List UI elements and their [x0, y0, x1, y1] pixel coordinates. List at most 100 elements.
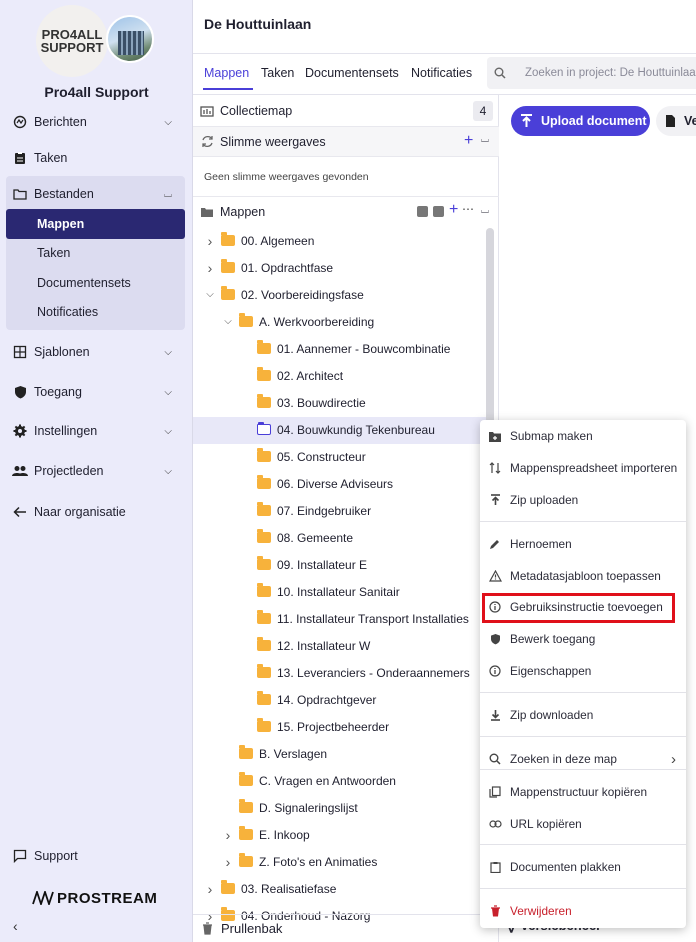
- nav-instellingen[interactable]: Instellingen ⌵: [12, 419, 182, 443]
- tree-row[interactable]: 06. Diverse Adviseurs: [239, 470, 393, 497]
- subnav-documentensets[interactable]: Documentensets: [6, 268, 185, 298]
- smart-views-label: Slimme weergaves: [220, 134, 326, 149]
- org-name: Pro4all Support: [44, 84, 149, 100]
- tab-mappen[interactable]: Mappen: [204, 66, 249, 80]
- collapse-sidebar-icon[interactable]: ‹: [13, 918, 18, 934]
- tree-row[interactable]: 09. Installateur E: [239, 551, 367, 578]
- add-smart-view-icon[interactable]: +: [464, 132, 473, 150]
- chevron-right-icon[interactable]: ›: [203, 233, 217, 249]
- collapse-all-icon[interactable]: [433, 206, 444, 217]
- tree-row[interactable]: 02. Architect: [239, 362, 343, 389]
- tree-row[interactable]: 03. Bouwdirectie: [239, 389, 366, 416]
- tree-row[interactable]: 13. Leveranciers - Onderaannemers: [239, 659, 470, 686]
- chevron-right-icon[interactable]: ›: [221, 854, 235, 870]
- subnav-notificaties[interactable]: Notificaties: [6, 297, 185, 327]
- context-menu-item[interactable]: Mappenspreadsheet importeren: [480, 454, 686, 482]
- tree-row[interactable]: 04. Bouwkundig Tekenbureau: [239, 416, 435, 443]
- project-photo: [106, 15, 154, 63]
- tree-row-label: C. Vragen en Antwoorden: [259, 773, 396, 788]
- nav-bestanden[interactable]: Bestanden ⌴: [12, 182, 182, 206]
- context-menu-item[interactable]: Mappenstructuur kopiëren: [480, 778, 686, 806]
- chevron-down-icon[interactable]: ⌵: [221, 316, 235, 327]
- context-menu-item[interactable]: Documenten plakken: [480, 853, 686, 881]
- nav-taken[interactable]: Taken: [12, 146, 182, 170]
- tab-documentensets[interactable]: Documentensets: [305, 66, 399, 80]
- tree-row[interactable]: B. Verslagen: [221, 740, 327, 767]
- trash-icon: [488, 904, 502, 918]
- collection-icon: [200, 106, 214, 117]
- support-label: Support: [34, 849, 78, 863]
- tree-row[interactable]: › E. Inkoop: [221, 821, 310, 848]
- add-folder-icon[interactable]: +: [449, 201, 458, 219]
- chevron-down-icon[interactable]: ⌵: [164, 387, 172, 398]
- chevron-down-icon[interactable]: ⌵: [164, 347, 172, 358]
- tree-row[interactable]: › 00. Algemeen: [203, 227, 314, 254]
- tab-taken[interactable]: Taken: [261, 66, 294, 80]
- tree-row[interactable]: 10. Installateur Sanitair: [239, 578, 400, 605]
- expand-all-icon[interactable]: [417, 206, 428, 217]
- search-input[interactable]: Zoeken in project: De Houttuinlaan: [487, 57, 696, 89]
- nav-label: Bestanden: [34, 187, 94, 201]
- chevron-up-icon[interactable]: ⌴: [481, 134, 489, 145]
- tree-row[interactable]: D. Signaleringslijst: [221, 794, 358, 821]
- trash-row[interactable]: Prullenbak: [193, 914, 499, 942]
- nav-sjablonen[interactable]: Sjablonen ⌵: [12, 340, 182, 364]
- context-menu-item[interactable]: Zip uploaden: [480, 486, 686, 514]
- folder-icon: [257, 583, 271, 597]
- chevron-down-icon[interactable]: ⌵: [164, 117, 172, 128]
- folder-icon: [12, 186, 28, 202]
- tree-row[interactable]: 05. Constructeur: [239, 443, 366, 470]
- tree-row[interactable]: 14. Opdrachtgever: [239, 686, 376, 713]
- context-menu-item[interactable]: Zip downloaden: [480, 701, 686, 729]
- context-menu-item[interactable]: Verwijderen: [480, 897, 686, 925]
- upload-icon: [488, 493, 502, 507]
- upload-document-button[interactable]: Upload document: [511, 106, 650, 136]
- tree-row[interactable]: 12. Installateur W: [239, 632, 370, 659]
- chevron-up-icon[interactable]: ⌴: [481, 205, 489, 216]
- tree-row[interactable]: 01. Aannemer - Bouwcombinatie: [239, 335, 450, 362]
- tree-row[interactable]: › Z. Foto's en Animaties: [221, 848, 377, 875]
- context-menu-item[interactable]: Eigenschappen: [480, 657, 686, 685]
- context-menu-item[interactable]: Metadatasjabloon toepassen: [480, 562, 686, 590]
- subnav-taken[interactable]: Taken: [6, 238, 185, 268]
- chevron-right-icon[interactable]: ›: [221, 827, 235, 843]
- nav-naar-organisatie[interactable]: Naar organisatie: [12, 500, 182, 524]
- context-menu-label: Zip downloaden: [510, 708, 594, 722]
- collectiemap-row[interactable]: Collectiemap 4: [193, 95, 499, 127]
- nav-support[interactable]: Support: [12, 844, 182, 868]
- context-menu-item[interactable]: Submap maken: [480, 422, 686, 450]
- tree-row-label: 07. Eindgebruiker: [277, 503, 372, 518]
- chevron-down-icon[interactable]: ⌵: [164, 466, 172, 477]
- tree-row[interactable]: 07. Eindgebruiker: [239, 497, 371, 524]
- smart-views-header[interactable]: Slimme weergaves + ⌴: [193, 127, 499, 157]
- tree-row[interactable]: › 01. Opdrachtfase: [203, 254, 333, 281]
- secondary-button[interactable]: Ve: [656, 106, 696, 136]
- tree-row-label: 03. Bouwdirectie: [277, 395, 366, 410]
- tree-row[interactable]: 11. Installateur Transport Installaties: [239, 605, 469, 632]
- more-icon[interactable]: ⋯: [462, 202, 474, 216]
- nav-toegang[interactable]: Toegang ⌵: [12, 380, 182, 404]
- chevron-down-icon[interactable]: ⌵: [164, 426, 172, 437]
- tree-row[interactable]: › 03. Realisatiefase: [203, 875, 336, 902]
- nav-projectleden[interactable]: Projectleden ⌵: [12, 459, 182, 483]
- context-menu-item[interactable]: Bewerk toegang: [480, 625, 686, 653]
- tab-notificaties[interactable]: Notificaties: [411, 66, 472, 80]
- subnav-mappen[interactable]: Mappen: [6, 209, 185, 239]
- tree-row[interactable]: C. Vragen en Antwoorden: [221, 767, 396, 794]
- folder-icon: [221, 232, 235, 246]
- chevron-down-icon[interactable]: ⌵: [203, 289, 217, 300]
- chevron-right-icon[interactable]: ›: [203, 881, 217, 897]
- context-menu-item[interactable]: Hernoemen: [480, 530, 686, 558]
- info-icon: [488, 664, 502, 678]
- chevron-up-icon[interactable]: ⌴: [164, 189, 172, 200]
- context-menu-item[interactable]: URL kopiëren: [480, 810, 686, 838]
- folders-header: Mappen + ⋯ ⌴: [193, 197, 499, 227]
- chevron-right-icon: ›: [671, 750, 676, 768]
- tree-row[interactable]: 08. Gemeente: [239, 524, 353, 551]
- tree-row[interactable]: ⌵ A. Werkvoorbereiding: [221, 308, 374, 335]
- chevron-right-icon[interactable]: ›: [203, 260, 217, 276]
- nav-berichten[interactable]: Berichten ⌵: [12, 110, 182, 134]
- tree-row[interactable]: ⌵ 02. Voorbereidingsfase: [203, 281, 364, 308]
- tree-row[interactable]: 15. Projectbeheerder: [239, 713, 389, 740]
- sidebar: PRO4ALL SUPPORT Pro4all Support Berichte…: [0, 0, 193, 942]
